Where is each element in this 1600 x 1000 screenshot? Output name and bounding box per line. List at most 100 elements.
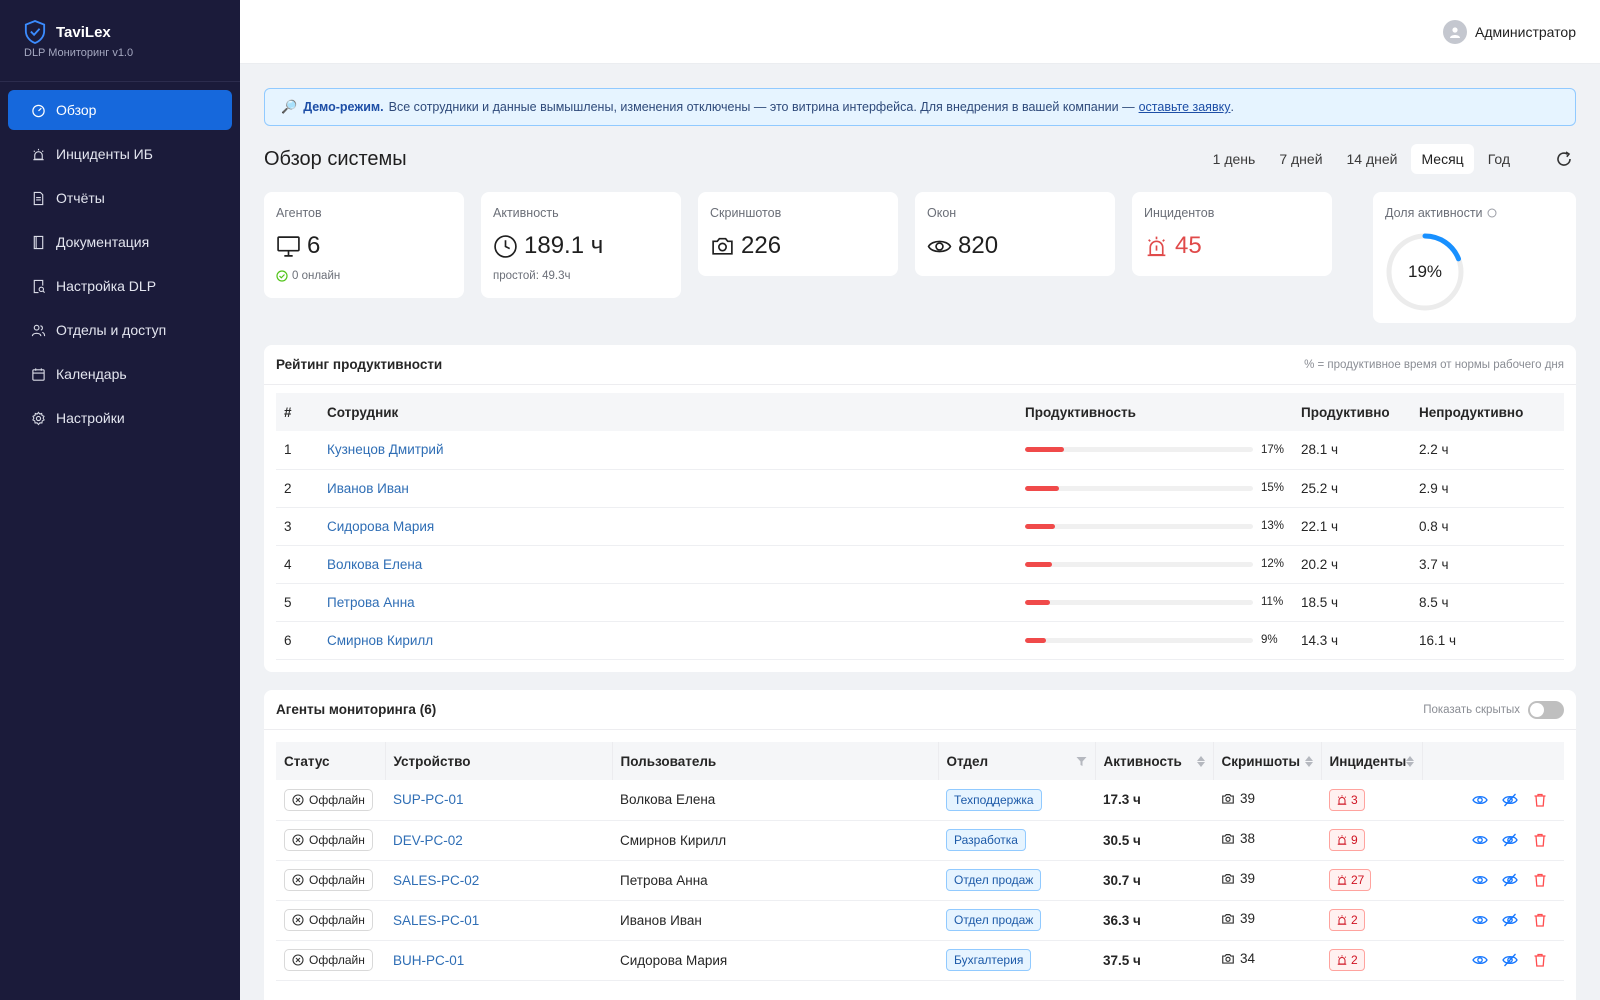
activity-cell: 37.5 ч (1095, 940, 1213, 981)
employee-link[interactable]: Смирнов Кирилл (327, 633, 433, 648)
productive-time: 22.1 ч (1293, 507, 1411, 546)
employee-link[interactable]: Волкова Елена (327, 557, 422, 572)
col-screenshots-label: Скриншоты (1221, 753, 1301, 769)
calendar-icon (30, 366, 46, 382)
period-14-days[interactable]: 14 дней (1337, 144, 1408, 174)
device-link[interactable]: SALES-PC-02 (393, 873, 479, 888)
stat-label: Окон (927, 206, 957, 220)
device-link[interactable]: BUH-PC-01 (393, 953, 464, 968)
sidebar-item-overview[interactable]: Обзор (8, 90, 232, 130)
user-menu[interactable]: Администратор (1442, 20, 1576, 44)
actions-cell (1422, 860, 1564, 901)
device-link[interactable]: DEV-PC-02 (393, 833, 463, 848)
alarm-icon (1337, 955, 1347, 965)
period-7-days[interactable]: 7 дней (1269, 144, 1332, 174)
productivity-percent: 11% (1261, 596, 1284, 608)
productivity-cell: 11% (1017, 583, 1293, 622)
employee-link[interactable]: Иванов Иван (327, 481, 409, 496)
stat-card-screenshots: Скриншотов 226 (698, 192, 898, 276)
row-actions (1431, 872, 1556, 888)
incidents-badge[interactable]: 2 (1329, 909, 1365, 931)
sidebar-item-settings[interactable]: Настройки (8, 398, 232, 438)
stat-card-incidents: Инцидентов 45 (1132, 192, 1332, 276)
activity-share-value: 19% (1407, 262, 1443, 281)
hide-icon[interactable] (1502, 872, 1518, 888)
incidents-badge[interactable]: 27 (1329, 869, 1372, 891)
screenshots-cell: 39 (1213, 780, 1321, 821)
view-icon[interactable] (1472, 912, 1488, 928)
alarm-icon (30, 146, 46, 162)
view-icon[interactable] (1472, 792, 1488, 808)
bar-wrap: 15% (1025, 482, 1285, 494)
hide-icon[interactable] (1502, 952, 1518, 968)
incidents-badge[interactable]: 2 (1329, 949, 1365, 971)
productivity-bar (1025, 637, 1253, 643)
col-activity[interactable]: Активность (1095, 742, 1214, 780)
stat-card-activity: Активность 189.1 ч простой: 49.3ч (481, 192, 681, 298)
sidebar-item-incidents[interactable]: Инциденты ИБ (8, 134, 232, 174)
hide-icon[interactable] (1502, 912, 1518, 928)
filter-icon[interactable] (1076, 756, 1087, 767)
refresh-icon[interactable] (1554, 149, 1574, 169)
show-hidden-toggle[interactable] (1528, 700, 1564, 719)
incidents-count: 2 (1351, 913, 1358, 927)
view-icon[interactable] (1472, 952, 1488, 968)
info-icon[interactable] (1487, 208, 1497, 218)
view-icon[interactable] (1472, 872, 1488, 888)
sidebar-item-reports[interactable]: Отчёты (8, 178, 232, 218)
incidents-badge[interactable]: 3 (1329, 788, 1365, 811)
col-screenshots[interactable]: Скриншоты (1213, 742, 1322, 780)
sort-icon[interactable] (1196, 755, 1205, 767)
th-inner: Отдел (947, 754, 1087, 769)
employee-link[interactable]: Сидорова Мария (327, 519, 434, 534)
delete-icon[interactable] (1532, 832, 1548, 848)
screenshots-cell: 39 (1213, 860, 1321, 901)
hide-icon[interactable] (1502, 832, 1518, 848)
department-cell: Разработка (938, 820, 1095, 861)
period-year[interactable]: Год (1478, 144, 1520, 174)
file-search-icon (30, 278, 46, 294)
delete-icon[interactable] (1532, 792, 1548, 808)
device-link[interactable]: SALES-PC-01 (393, 913, 479, 928)
eye-icon (927, 240, 952, 252)
activity-cell: 30.5 ч (1095, 820, 1213, 861)
actions-cell (1422, 940, 1564, 981)
employee-link[interactable]: Петрова Анна (327, 595, 415, 610)
gear-icon (30, 410, 46, 426)
col-department[interactable]: Отдел (938, 742, 1096, 780)
delete-icon[interactable] (1532, 872, 1548, 888)
camera-icon (1222, 873, 1234, 884)
sidebar-item-dlp-settings[interactable]: Настройка DLP (8, 266, 232, 306)
request-link[interactable]: оставьте заявку (1139, 100, 1231, 114)
period-month[interactable]: Месяц (1411, 144, 1474, 174)
status-label: Оффлайн (309, 833, 365, 847)
productivity-percent: 9% (1261, 634, 1278, 646)
hide-icon[interactable] (1502, 792, 1518, 808)
th-inner: Инциденты (1330, 754, 1415, 769)
employee-name: Волкова Елена (319, 545, 1017, 584)
sidebar-item-label: Обзор (56, 102, 97, 118)
sidebar-item-departments[interactable]: Отделы и доступ (8, 310, 232, 350)
device-link[interactable]: SUP-PC-01 (393, 792, 464, 807)
employee-link[interactable]: Кузнецов Дмитрий (327, 442, 444, 457)
activity-value: 30.7 ч (1103, 872, 1141, 888)
sort-icon[interactable] (1304, 755, 1313, 767)
file-icon (30, 190, 46, 206)
sidebar-item-calendar[interactable]: Календарь (8, 354, 232, 394)
department-tag: Отдел продаж (946, 869, 1042, 891)
device-cell: SALES-PC-02 (385, 860, 612, 901)
sidebar-item-docs[interactable]: Документация (8, 222, 232, 262)
bar-wrap: 9% (1025, 634, 1285, 646)
view-icon[interactable] (1472, 832, 1488, 848)
delete-icon[interactable] (1532, 912, 1548, 928)
productivity-bar (1025, 523, 1253, 529)
period-1-day[interactable]: 1 день (1203, 144, 1266, 174)
card-header: Рейтинг продуктивности % = продуктивное … (264, 345, 1576, 385)
screenshots-count: 38 (1240, 831, 1256, 847)
demo-text: Все сотрудники и данные вымышлены, измен… (388, 100, 1135, 114)
col-incidents[interactable]: Инциденты (1321, 742, 1424, 780)
unproductive-time: 8.5 ч (1411, 583, 1564, 622)
sort-icon[interactable] (1406, 755, 1415, 767)
incidents-badge[interactable]: 9 (1329, 829, 1365, 851)
delete-icon[interactable] (1532, 952, 1548, 968)
